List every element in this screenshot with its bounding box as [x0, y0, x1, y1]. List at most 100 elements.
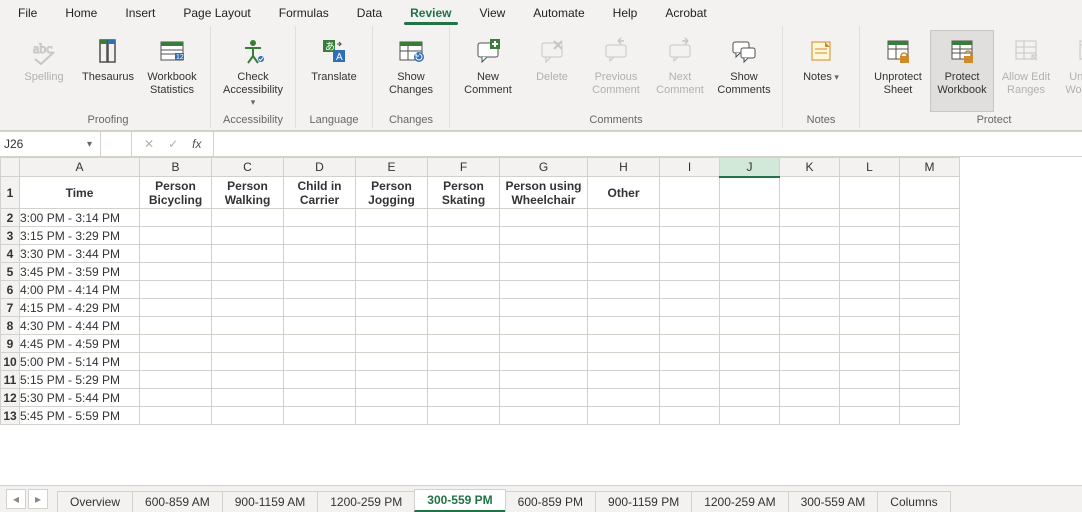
row-header-13[interactable]: 13	[1, 407, 20, 425]
menu-tab-data[interactable]: Data	[343, 2, 396, 24]
cell-C12[interactable]	[212, 389, 284, 407]
column-header-M[interactable]: M	[900, 158, 960, 177]
menu-tab-page-layout[interactable]: Page Layout	[169, 2, 264, 24]
cell-M4[interactable]	[900, 245, 960, 263]
cell-G3[interactable]	[500, 227, 588, 245]
spreadsheet-grid[interactable]: ABCDEFGHIJKLM1TimePersonBicyclingPersonW…	[0, 157, 1082, 485]
protect-workbook-button[interactable]: ProtectWorkbook	[930, 30, 994, 112]
cell-E5[interactable]	[356, 263, 428, 281]
cell-D3[interactable]	[284, 227, 356, 245]
cell-L6[interactable]	[840, 281, 900, 299]
cell-C4[interactable]	[212, 245, 284, 263]
cell-F13[interactable]	[428, 407, 500, 425]
cell-L8[interactable]	[840, 317, 900, 335]
workbook-statistics-button[interactable]: 123WorkbookStatistics	[140, 30, 204, 112]
row-header-8[interactable]: 8	[1, 317, 20, 335]
cell-K9[interactable]	[780, 335, 840, 353]
cell-J10[interactable]	[720, 353, 780, 371]
cell-A10[interactable]: 5:00 PM - 5:14 PM	[20, 353, 140, 371]
cell-L10[interactable]	[840, 353, 900, 371]
cell-K3[interactable]	[780, 227, 840, 245]
cell-E6[interactable]	[356, 281, 428, 299]
cell-L7[interactable]	[840, 299, 900, 317]
cell-A5[interactable]: 3:45 PM - 3:59 PM	[20, 263, 140, 281]
cell-E8[interactable]	[356, 317, 428, 335]
cell-F11[interactable]	[428, 371, 500, 389]
cell-B13[interactable]	[140, 407, 212, 425]
cell-A11[interactable]: 5:15 PM - 5:29 PM	[20, 371, 140, 389]
cell-M7[interactable]	[900, 299, 960, 317]
header-cell[interactable]	[780, 177, 840, 209]
menu-tab-file[interactable]: File	[4, 2, 51, 24]
cell-A3[interactable]: 3:15 PM - 3:29 PM	[20, 227, 140, 245]
row-header-7[interactable]: 7	[1, 299, 20, 317]
cell-M3[interactable]	[900, 227, 960, 245]
cell-A9[interactable]: 4:45 PM - 4:59 PM	[20, 335, 140, 353]
sheet-tab-1200-259-am[interactable]: 1200-259 AM	[691, 491, 788, 512]
header-cell[interactable]	[900, 177, 960, 209]
cell-E9[interactable]	[356, 335, 428, 353]
cell-J12[interactable]	[720, 389, 780, 407]
cell-K10[interactable]	[780, 353, 840, 371]
sheet-tab-columns[interactable]: Columns	[877, 491, 950, 512]
cell-G7[interactable]	[500, 299, 588, 317]
column-header-I[interactable]: I	[660, 158, 720, 177]
cell-I7[interactable]	[660, 299, 720, 317]
column-header-B[interactable]: B	[140, 158, 212, 177]
row-header-5[interactable]: 5	[1, 263, 20, 281]
cell-G11[interactable]	[500, 371, 588, 389]
cell-C8[interactable]	[212, 317, 284, 335]
cell-B6[interactable]	[140, 281, 212, 299]
cell-L9[interactable]	[840, 335, 900, 353]
header-cell[interactable]: PersonSkating	[428, 177, 500, 209]
column-header-E[interactable]: E	[356, 158, 428, 177]
menu-tab-insert[interactable]: Insert	[111, 2, 169, 24]
cell-A2[interactable]: 3:00 PM - 3:14 PM	[20, 209, 140, 227]
cell-K11[interactable]	[780, 371, 840, 389]
cell-E12[interactable]	[356, 389, 428, 407]
cell-F2[interactable]	[428, 209, 500, 227]
cell-I3[interactable]	[660, 227, 720, 245]
cell-A8[interactable]: 4:30 PM - 4:44 PM	[20, 317, 140, 335]
cell-H2[interactable]	[588, 209, 660, 227]
cell-G5[interactable]	[500, 263, 588, 281]
cell-C10[interactable]	[212, 353, 284, 371]
menu-tab-home[interactable]: Home	[51, 2, 111, 24]
cell-A12[interactable]: 5:30 PM - 5:44 PM	[20, 389, 140, 407]
cell-I13[interactable]	[660, 407, 720, 425]
header-cell[interactable]: Time	[20, 177, 140, 209]
cell-B9[interactable]	[140, 335, 212, 353]
cell-J4[interactable]	[720, 245, 780, 263]
cell-K13[interactable]	[780, 407, 840, 425]
cell-K4[interactable]	[780, 245, 840, 263]
column-header-D[interactable]: D	[284, 158, 356, 177]
cell-I8[interactable]	[660, 317, 720, 335]
cell-H5[interactable]	[588, 263, 660, 281]
header-cell[interactable]: PersonJogging	[356, 177, 428, 209]
cell-I4[interactable]	[660, 245, 720, 263]
cell-K7[interactable]	[780, 299, 840, 317]
cell-C9[interactable]	[212, 335, 284, 353]
cell-C13[interactable]	[212, 407, 284, 425]
cell-E4[interactable]	[356, 245, 428, 263]
fx-icon[interactable]: fx	[192, 137, 201, 151]
cell-K5[interactable]	[780, 263, 840, 281]
row-header-9[interactable]: 9	[1, 335, 20, 353]
header-cell[interactable]: PersonWalking	[212, 177, 284, 209]
sheet-tab-300-559-am[interactable]: 300-559 AM	[788, 491, 879, 512]
row-header-12[interactable]: 12	[1, 389, 20, 407]
cell-B2[interactable]	[140, 209, 212, 227]
cell-E2[interactable]	[356, 209, 428, 227]
menu-tab-automate[interactable]: Automate	[519, 2, 598, 24]
cell-L12[interactable]	[840, 389, 900, 407]
cell-F6[interactable]	[428, 281, 500, 299]
sheet-tab-900-1159-pm[interactable]: 900-1159 PM	[595, 491, 692, 512]
unprotect-sheet-button[interactable]: UnprotectSheet	[866, 30, 930, 112]
cell-B8[interactable]	[140, 317, 212, 335]
formula-input[interactable]	[214, 132, 1082, 156]
cell-E11[interactable]	[356, 371, 428, 389]
sheet-tab-300-559-pm[interactable]: 300-559 PM	[414, 489, 505, 512]
cell-K8[interactable]	[780, 317, 840, 335]
cell-I12[interactable]	[660, 389, 720, 407]
cell-D7[interactable]	[284, 299, 356, 317]
